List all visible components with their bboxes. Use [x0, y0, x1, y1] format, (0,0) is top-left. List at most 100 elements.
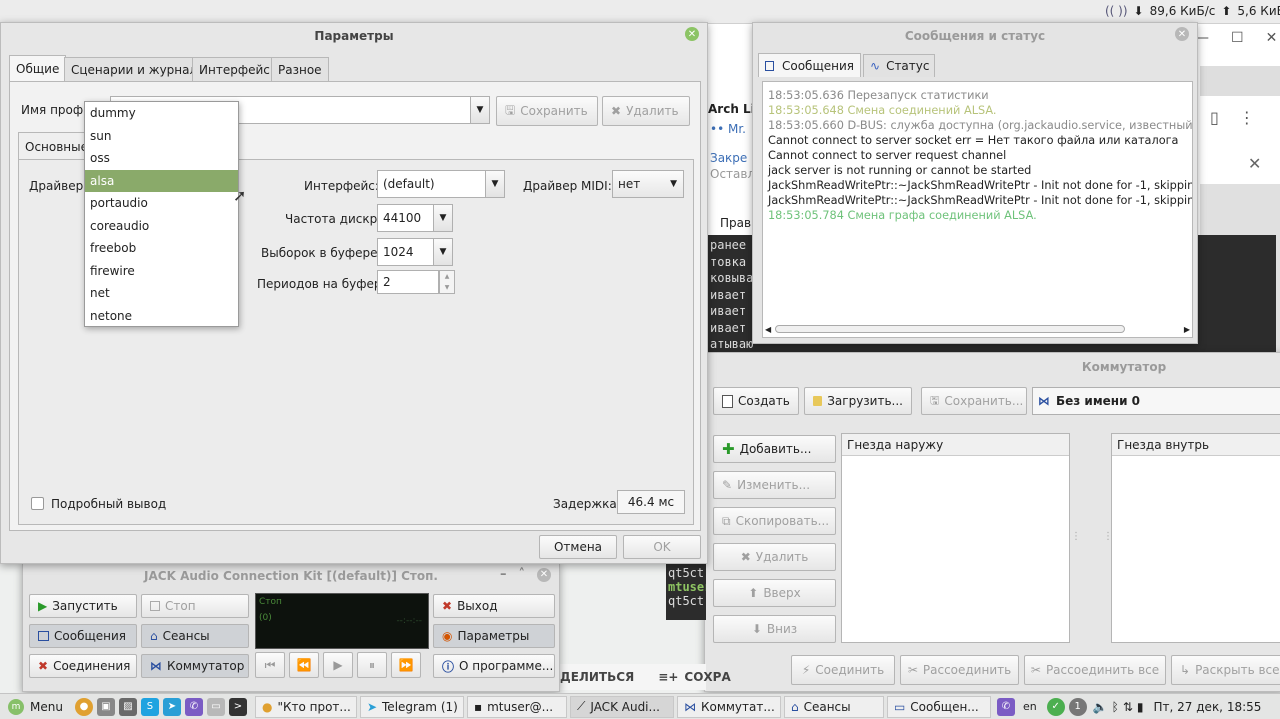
pause-button[interactable]: ⏸ — [357, 652, 387, 678]
maximize-icon[interactable]: ☐ — [1231, 30, 1244, 50]
clock[interactable]: Пт, 27 дек, 18:55 — [1154, 700, 1262, 714]
sessions-button[interactable]: ⌂ Сеансы — [141, 624, 249, 648]
outputs-header[interactable]: Гнезда наружу — [842, 434, 1069, 456]
volume-icon[interactable]: 🔈 — [1093, 700, 1108, 714]
connections-button[interactable]: ✖ Соединения — [29, 654, 137, 678]
driver-option[interactable]: oss — [85, 147, 238, 170]
check-icon[interactable]: ✓ — [1046, 697, 1065, 716]
quit-button[interactable]: ✖ Выход — [433, 594, 555, 618]
rewind-start-button[interactable]: ⏮ — [255, 652, 285, 678]
horizontal-scrollbar[interactable]: ◀ ▶ — [765, 323, 1190, 335]
taskbar-item[interactable]: ▪ mtuser@... — [466, 695, 567, 718]
skype-icon[interactable]: S — [140, 697, 159, 716]
patchbay-button[interactable]: ⋈ Коммутатор — [141, 654, 249, 678]
viber-icon[interactable]: ✆ — [184, 697, 203, 716]
messages-button[interactable]: Сообщения — [29, 624, 137, 648]
cancel-button[interactable]: Отмена — [539, 535, 617, 559]
inputs-list[interactable]: Гнезда внутрь — [1111, 433, 1280, 643]
driver-option-selected[interactable]: alsa — [85, 169, 238, 192]
patchbay-name-field[interactable]: ⋈ Без имени 0 — [1032, 387, 1280, 415]
taskbar-item[interactable]: ⌂ Сеансы — [783, 695, 884, 718]
terminal-icon[interactable]: > — [228, 697, 247, 716]
scroll-thumb[interactable] — [775, 325, 1126, 333]
screenshot-icon[interactable]: ▣ — [96, 697, 115, 716]
stop-button[interactable]: Стоп — [141, 594, 249, 618]
arrow-down-icon[interactable]: ▼ — [440, 282, 454, 293]
tab-general[interactable]: Общие — [9, 55, 67, 81]
connect-button[interactable]: ⚡ Соединить — [791, 655, 895, 685]
close-icon[interactable]: ✕ — [1175, 27, 1189, 41]
close-icon[interactable]: ✕ — [1266, 30, 1278, 50]
image-viewer-icon[interactable]: ▨ — [118, 697, 137, 716]
driver-option[interactable]: firewire — [85, 260, 238, 283]
inputs-header[interactable]: Гнезда внутрь — [1112, 434, 1280, 456]
periods-stepper[interactable]: ▲ ▼ — [439, 270, 455, 294]
browser-text-3[interactable]: Закре — [710, 151, 747, 165]
files-icon[interactable]: ▭ — [206, 697, 225, 716]
periods-spinbox[interactable]: 2 — [377, 270, 439, 294]
midi-select[interactable]: нет ▼ — [612, 170, 684, 198]
close-icon[interactable]: ✕ — [537, 567, 551, 582]
frames-dropdown-button[interactable]: ▼ — [433, 238, 453, 266]
tab-scripts[interactable]: Сценарии и журнал — [64, 57, 205, 81]
bluetooth-icon[interactable]: ᛒ — [1112, 700, 1119, 714]
scroll-left-icon[interactable]: ◀ — [765, 325, 771, 334]
share-label[interactable]: ДЕЛИТЬСЯ — [560, 670, 634, 684]
driver-option[interactable]: portaudio — [85, 192, 238, 215]
viber-tray-icon[interactable]: ✆ — [996, 697, 1015, 716]
driver-option[interactable]: freebob — [85, 237, 238, 260]
rate-dropdown-button[interactable]: ▼ — [433, 204, 453, 232]
more-menu-icon[interactable]: ⋮ — [1239, 108, 1255, 127]
interface-dropdown-button[interactable]: ▼ — [485, 170, 505, 198]
sidebar-toggle-icon[interactable]: ▯ — [1210, 108, 1219, 127]
disconnect-button[interactable]: ✂ Рассоединить — [900, 655, 1019, 685]
setup-button[interactable]: ◉ Параметры — [433, 624, 555, 648]
close-icon[interactable]: ✕ — [685, 27, 699, 41]
tab-misc[interactable]: Разное — [271, 57, 329, 81]
driver-dropdown-list[interactable]: dummy sun oss alsa portaudio coreaudio f… — [84, 101, 239, 327]
arrow-up-icon[interactable]: ▲ — [440, 271, 454, 282]
rate-field[interactable]: 44100 — [377, 204, 435, 232]
chrome-icon[interactable]: ● — [74, 697, 93, 716]
browser-close-x-icon[interactable]: ✕ — [1248, 154, 1261, 173]
forward-button[interactable]: ⏩ — [391, 652, 421, 678]
update-badge[interactable]: 1 — [1068, 697, 1087, 716]
driver-option[interactable]: netone — [85, 305, 238, 328]
taskbar-item[interactable]: ➤ Telegram (1) — [359, 695, 464, 718]
edit-button[interactable]: ✎ Изменить... — [713, 471, 836, 499]
copy-button[interactable]: ⧉ Скопировать... — [713, 507, 836, 535]
disconnect-all-button[interactable]: ✂ Рассоединить все — [1024, 655, 1166, 685]
network-tray-icon[interactable]: ⇅ — [1123, 700, 1133, 714]
scroll-right-icon[interactable]: ▶ — [1184, 325, 1190, 334]
driver-option[interactable]: net — [85, 282, 238, 305]
save-label[interactable]: СОХРА — [684, 670, 730, 684]
start-button[interactable]: ▶ Запустить — [29, 594, 137, 618]
verbose-checkbox[interactable] — [31, 497, 44, 510]
maximize-icon[interactable]: ˄ — [519, 567, 526, 582]
remove-button[interactable]: ✖ Удалить — [713, 543, 836, 571]
tab-status[interactable]: ∿ Статус — [863, 54, 935, 77]
minimize-icon[interactable]: – — [500, 567, 507, 582]
messages-log[interactable]: 18:53:05.636 Перезапуск статистики 18:53:… — [762, 81, 1193, 338]
load-button[interactable]: Загрузить... — [804, 387, 912, 415]
battery-icon[interactable]: ▮ — [1137, 700, 1144, 714]
rewind-button[interactable]: ⏪ — [289, 652, 319, 678]
create-button[interactable]: Создать — [713, 387, 799, 415]
expand-all-button[interactable]: ↳ Раскрыть все — [1171, 655, 1280, 685]
save-patchbay-button[interactable]: 🖫 Сохранить... — [921, 387, 1027, 415]
add-button[interactable]: ✚ Добавить... — [713, 435, 836, 463]
splitter-handle[interactable]: ⋮ — [1071, 531, 1081, 542]
outputs-list[interactable]: Гнезда наружу — [841, 433, 1070, 643]
save-to-icon[interactable]: ≡+ — [658, 670, 678, 684]
frames-field[interactable]: 1024 — [377, 238, 435, 266]
interface-select[interactable]: (default) — [377, 170, 487, 198]
taskbar-item[interactable]: ▭ Сообщен... — [886, 695, 991, 718]
delete-profile-button[interactable]: ✖ Удалить — [602, 96, 690, 126]
ok-button[interactable]: OK — [623, 535, 701, 559]
driver-option[interactable]: coreaudio — [85, 215, 238, 238]
profile-dropdown-button[interactable]: ▼ — [470, 96, 490, 124]
save-profile-button[interactable]: 🖫 Сохранить — [496, 96, 598, 126]
down-button[interactable]: ⬇ Вниз — [713, 615, 836, 643]
driver-option[interactable]: dummy — [85, 102, 238, 125]
keyboard-layout[interactable]: en — [1023, 700, 1037, 713]
